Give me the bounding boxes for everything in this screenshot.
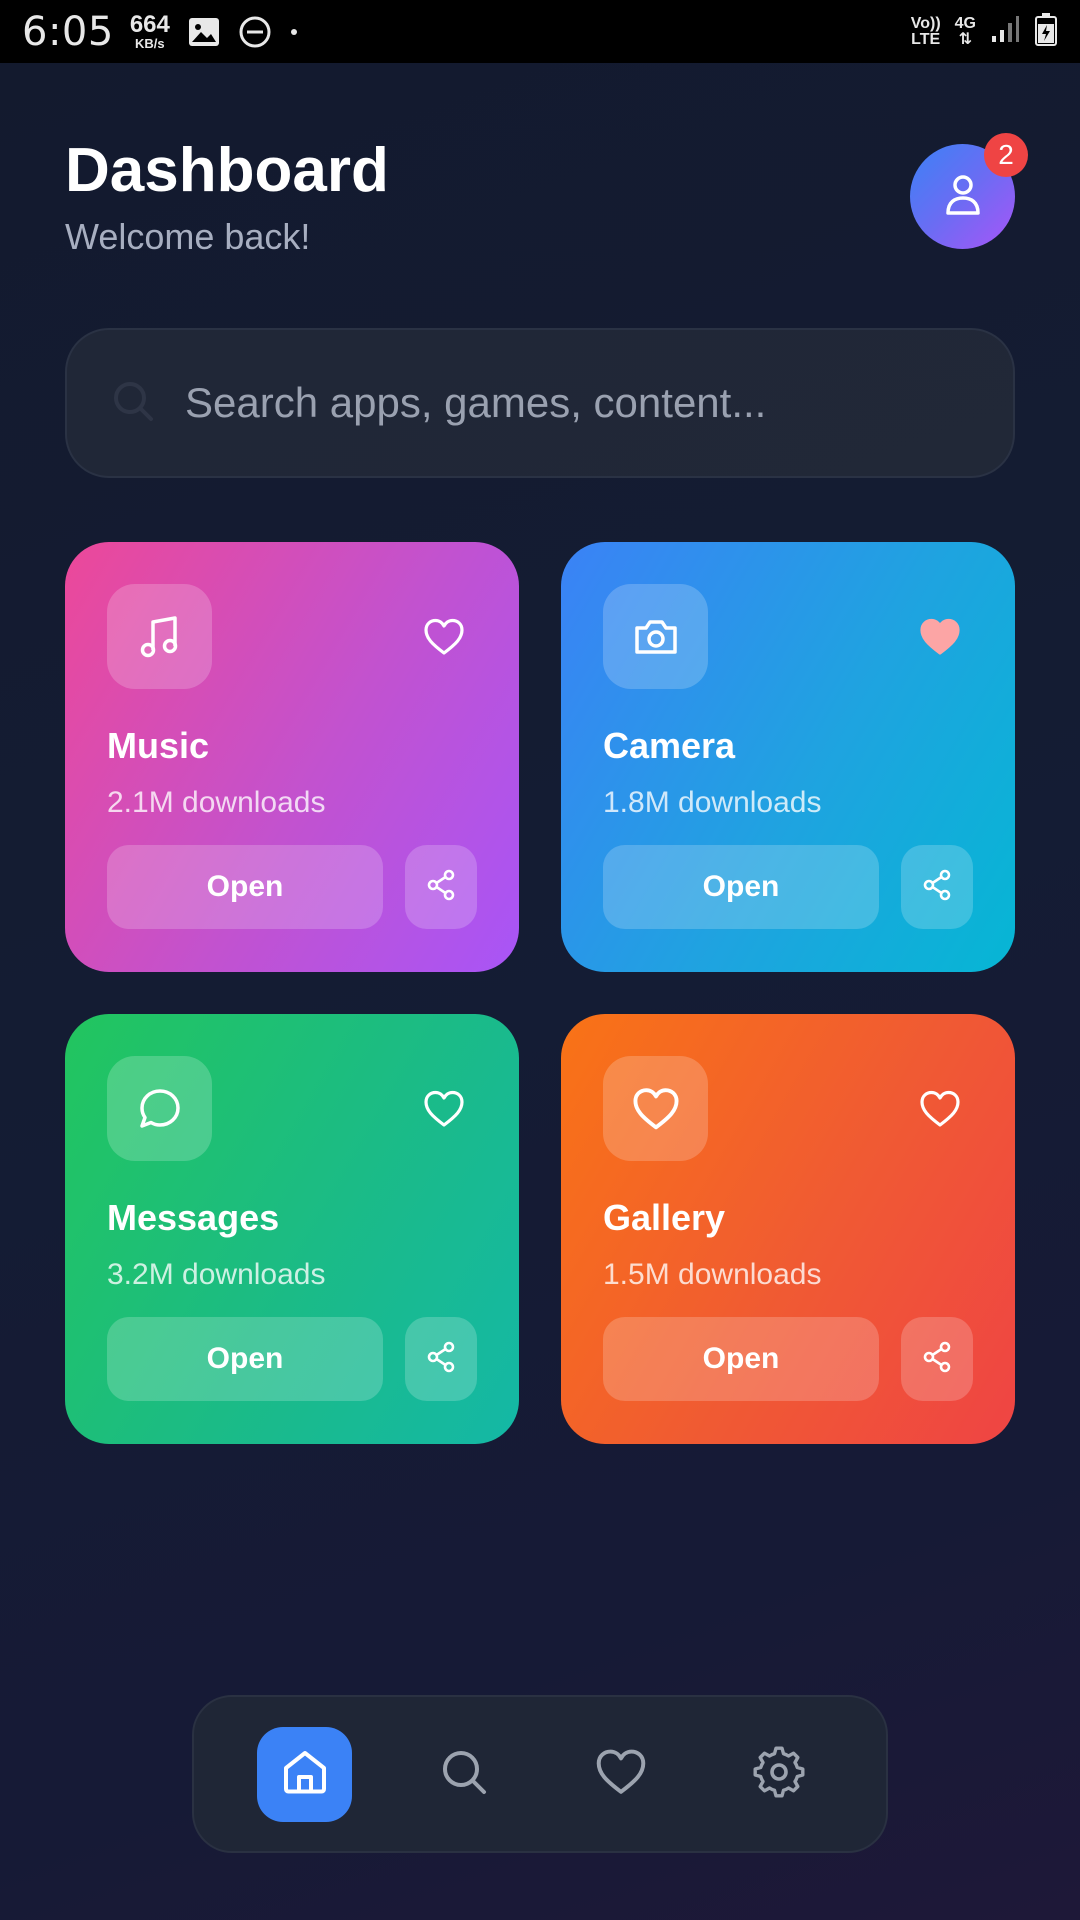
- share-icon: [922, 1341, 952, 1378]
- network-speed-unit: KB/s: [135, 36, 165, 51]
- network-speed-value: 664: [129, 11, 170, 38]
- app-card-messages[interactable]: Messages 3.2M downloads Open: [65, 1014, 519, 1444]
- data-arrows-icon: ⇅: [958, 30, 973, 48]
- page-subtitle: Welcome back!: [65, 216, 311, 257]
- volte-indicator: Vo)) LTE: [910, 14, 941, 48]
- nav-favorites-button[interactable]: [573, 1727, 668, 1822]
- app-card-gallery[interactable]: Gallery 1.5M downloads Open: [561, 1014, 1015, 1444]
- app-name: Messages: [107, 1197, 280, 1238]
- share-icon: [922, 869, 952, 906]
- music-note-icon: [107, 584, 212, 689]
- favorite-heart-icon[interactable]: [421, 1086, 467, 1132]
- home-icon: [280, 1747, 330, 1802]
- share-button[interactable]: [901, 845, 973, 929]
- network-type-text: 4G: [954, 14, 976, 32]
- gear-icon: [753, 1746, 805, 1803]
- notification-badge: 2: [984, 133, 1028, 177]
- open-button[interactable]: Open: [107, 1317, 383, 1401]
- app-card-camera[interactable]: Camera 1.8M downloads Open: [561, 542, 1015, 972]
- share-button[interactable]: [405, 845, 477, 929]
- do-not-disturb-icon: [238, 15, 272, 49]
- nav-home-button[interactable]: [257, 1727, 352, 1822]
- open-button[interactable]: Open: [603, 1317, 879, 1401]
- app-card-music[interactable]: Music 2.1M downloads Open: [65, 542, 519, 972]
- dot-icon: [290, 28, 298, 36]
- battery-icon: [1034, 12, 1058, 51]
- status-bar: 6:05 664 KB/s Vo)) LTE 4G ⇅: [0, 0, 1080, 63]
- download-count: 3.2M downloads: [107, 1258, 326, 1291]
- user-icon: [943, 172, 983, 221]
- download-count: 1.5M downloads: [603, 1258, 822, 1291]
- chat-bubble-icon: [107, 1056, 212, 1161]
- bottom-navigation: [192, 1695, 888, 1853]
- heart-icon: [595, 1748, 647, 1801]
- page-title: Dashboard: [65, 136, 389, 205]
- favorite-heart-icon[interactable]: [421, 614, 467, 660]
- network-speed: 664 KB/s: [129, 11, 170, 51]
- app-name: Camera: [603, 725, 736, 766]
- open-button[interactable]: Open: [603, 845, 879, 929]
- heart-icon: [603, 1056, 708, 1161]
- download-count: 1.8M downloads: [603, 786, 822, 819]
- signal-icon: [990, 14, 1020, 49]
- camera-icon: [603, 584, 708, 689]
- nav-search-button[interactable]: [416, 1727, 511, 1822]
- search-input[interactable]: [185, 379, 945, 427]
- open-button[interactable]: Open: [107, 845, 383, 929]
- volte-bottom-text: LTE: [911, 30, 941, 48]
- app-name: Music: [107, 725, 210, 766]
- share-icon: [426, 869, 456, 906]
- share-button[interactable]: [901, 1317, 973, 1401]
- favorite-heart-icon[interactable]: [917, 614, 963, 660]
- search-icon: [111, 379, 155, 428]
- share-icon: [426, 1341, 456, 1378]
- search-icon: [439, 1747, 489, 1802]
- download-count: 2.1M downloads: [107, 786, 326, 819]
- search-bar[interactable]: [65, 328, 1015, 478]
- image-icon: [188, 17, 220, 47]
- volte-top-text: Vo)): [910, 14, 941, 32]
- app-name: Gallery: [603, 1197, 726, 1238]
- network-type: 4G ⇅: [954, 14, 976, 48]
- favorite-heart-icon[interactable]: [917, 1086, 963, 1132]
- status-time: 6:05: [22, 8, 114, 55]
- nav-settings-button[interactable]: [731, 1727, 826, 1822]
- share-button[interactable]: [405, 1317, 477, 1401]
